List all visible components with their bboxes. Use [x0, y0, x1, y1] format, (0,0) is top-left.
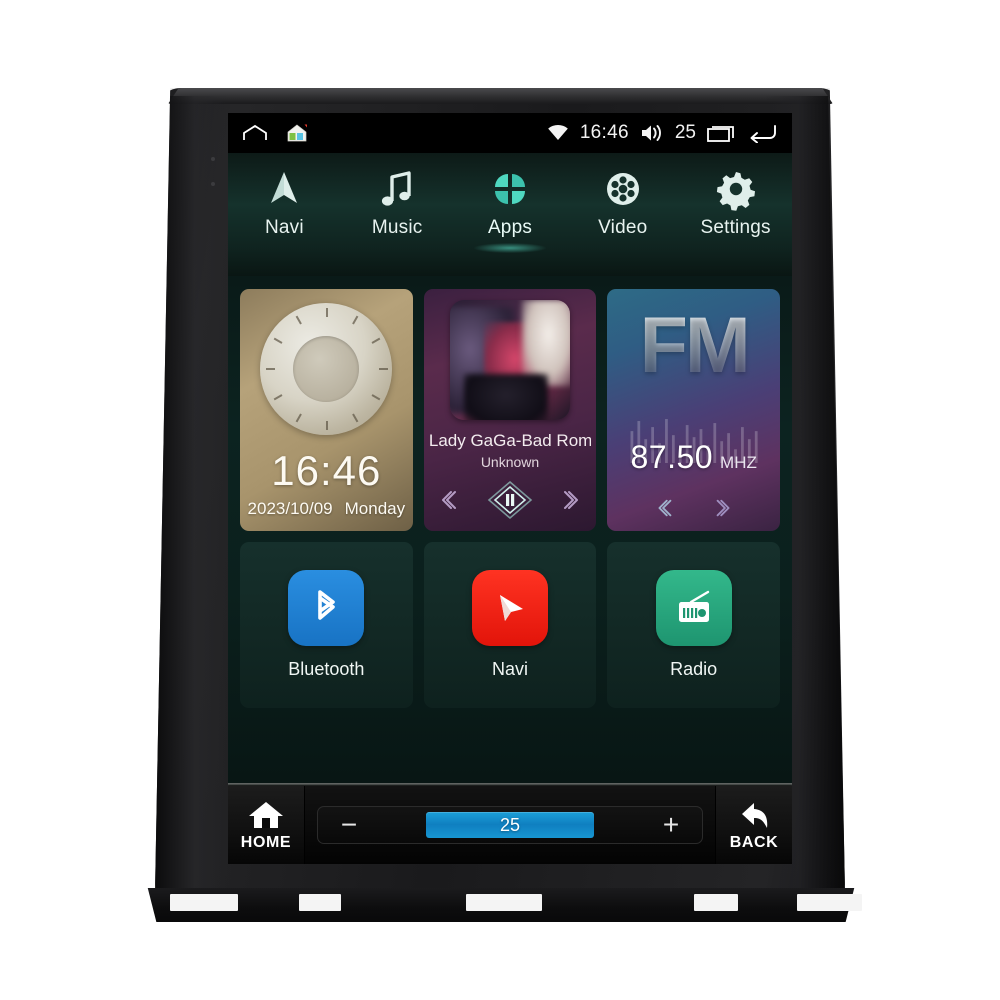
back-button[interactable]: BACK [715, 786, 792, 864]
fm-band-label: FM [639, 300, 751, 389]
previous-track-icon[interactable] [436, 488, 460, 512]
back-arrow-icon[interactable] [748, 123, 778, 143]
status-bar-left [242, 123, 308, 143]
status-volume-value: 25 [674, 122, 696, 143]
status-bar-right: 16:46 25 [547, 122, 778, 144]
bracket-slot [694, 894, 738, 911]
house-launcher-icon[interactable] [286, 123, 308, 143]
navi-cursor-icon [472, 570, 548, 646]
volume-icon [640, 123, 664, 143]
clock-weekday: Monday [344, 499, 406, 518]
nav-tab-music[interactable]: Music [341, 166, 454, 239]
nav-tab-label: Navi [264, 217, 304, 238]
home-content: 16:46 2023/10/09 Monday Lady GaGa-Bad Ro… [228, 276, 792, 783]
top-nav-tabs: Navi Music Apps Video Settings [228, 153, 792, 276]
tune-up-icon[interactable] [713, 497, 735, 519]
home-icon [247, 799, 285, 831]
bezel-speck [211, 182, 215, 186]
app-shortcut-row: Bluetooth Navi Radio [240, 542, 781, 708]
tune-down-icon[interactable] [653, 497, 675, 519]
bracket-slot [170, 894, 238, 911]
nav-tab-settings[interactable]: Settings [679, 166, 792, 239]
fm-tune-controls [607, 497, 780, 519]
volume-control[interactable]: − 25 + [317, 806, 703, 844]
app-tile-navi[interactable]: Navi [423, 542, 597, 708]
android-status-bar: 16:46 25 [228, 113, 792, 153]
volume-slider-fill: 25 [425, 812, 595, 838]
music-widget[interactable]: Lady GaGa-Bad Rom... Unknown [423, 289, 597, 531]
volume-increase-button[interactable]: + [656, 811, 686, 839]
fm-frequency: 87.50 [630, 439, 714, 475]
clock-hub [293, 336, 360, 402]
bracket-slot [797, 894, 862, 911]
clock-digital-time: 16:46 [271, 447, 382, 494]
bottom-bar: HOME − 25 + BACK [228, 786, 792, 864]
volume-decrease-button[interactable]: − [334, 811, 364, 839]
volume-slider[interactable]: 25 [374, 812, 646, 838]
touchscreen-display[interactable]: 16:46 25 Navi Music Apps Video Settings … [228, 113, 792, 864]
back-curved-arrow-icon [736, 799, 772, 831]
fm-frequency-row: 87.50 MHZ [607, 439, 780, 476]
album-art [450, 300, 570, 420]
track-title: Lady GaGa-Bad Rom... [428, 431, 592, 450]
bezel-speck [211, 157, 215, 161]
pause-icon[interactable] [485, 479, 535, 521]
app-tile-radio[interactable]: Radio [607, 542, 781, 708]
volume-zone: − 25 + [305, 786, 715, 864]
app-tile-bluetooth[interactable]: Bluetooth [240, 542, 413, 708]
home-button[interactable]: HOME [228, 786, 305, 864]
device-top-edge [168, 88, 833, 104]
fm-radio-widget[interactable]: FM 87.50 MHZ [607, 289, 781, 531]
app-label: Bluetooth [288, 659, 365, 679]
screenshot-stage: 16:46 25 Navi Music Apps Video Settings … [0, 0, 1000, 1000]
film-reel-icon [601, 166, 645, 212]
arch-home-icon[interactable] [242, 124, 268, 142]
nav-tab-apps[interactable]: Apps [454, 166, 567, 253]
bracket-slot [466, 894, 542, 911]
clock-widget[interactable]: 16:46 2023/10/09 Monday [240, 289, 413, 531]
status-clock: 16:46 [579, 122, 629, 143]
recents-icon[interactable] [707, 123, 737, 143]
apps-clover-icon [488, 166, 532, 212]
volume-value: 25 [499, 814, 521, 835]
nav-tab-label: Apps [487, 217, 533, 238]
radio-icon [655, 570, 732, 646]
music-note-icon [375, 166, 419, 212]
wifi-icon [547, 124, 569, 142]
nav-tab-label: Settings [700, 217, 771, 238]
music-transport-controls [424, 479, 597, 521]
app-label: Radio [670, 659, 718, 679]
fm-frequency-unit: MHZ [720, 453, 757, 472]
clock-date-row: 2023/10/09 Monday [248, 499, 406, 519]
clock-date: 2023/10/09 [247, 499, 333, 518]
widget-row: 16:46 2023/10/09 Monday Lady GaGa-Bad Ro… [240, 289, 781, 531]
navigation-arrow-icon [262, 166, 306, 212]
next-track-icon[interactable] [560, 488, 584, 512]
bracket-slot [299, 894, 341, 911]
bluetooth-icon [288, 570, 365, 646]
analog-clock-face [260, 303, 393, 435]
nav-tab-label: Video [598, 217, 648, 238]
back-button-label: BACK [729, 833, 779, 851]
home-button-label: HOME [240, 833, 292, 851]
gear-icon [714, 166, 758, 212]
nav-tab-video[interactable]: Video [566, 166, 679, 239]
app-label: Navi [492, 659, 529, 679]
nav-tab-label: Music [371, 217, 423, 238]
track-artist: Unknown [480, 454, 540, 470]
nav-tab-navi[interactable]: Navi [228, 166, 341, 239]
